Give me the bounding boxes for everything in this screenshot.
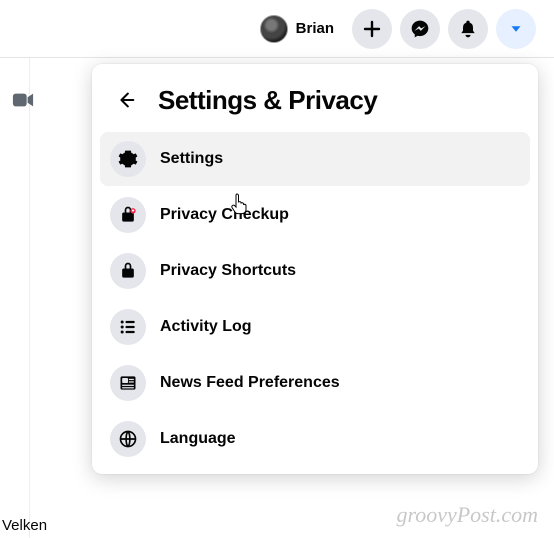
profile-name: Brian bbox=[296, 20, 334, 37]
dropdown-header: Settings & Privacy bbox=[100, 76, 530, 132]
menu-item-label: Language bbox=[160, 430, 236, 448]
dropdown-title: Settings & Privacy bbox=[158, 85, 377, 116]
menu-item-activity-log[interactable]: Activity Log bbox=[100, 300, 530, 354]
menu-list: Settings Privacy Checkup Privacy Shortcu… bbox=[100, 132, 530, 466]
newspaper-icon bbox=[110, 365, 146, 401]
menu-item-label: Privacy Shortcuts bbox=[160, 262, 296, 280]
gear-icon bbox=[110, 141, 146, 177]
menu-item-privacy-checkup[interactable]: Privacy Checkup bbox=[100, 188, 530, 242]
arrow-left-icon bbox=[115, 89, 137, 111]
messenger-icon bbox=[410, 19, 430, 39]
messenger-button[interactable] bbox=[400, 9, 440, 49]
plus-icon bbox=[362, 19, 382, 39]
caret-down-icon bbox=[507, 20, 525, 38]
top-bar: Brian bbox=[0, 0, 554, 58]
bell-icon bbox=[458, 19, 478, 39]
left-column bbox=[0, 58, 30, 538]
back-button[interactable] bbox=[108, 82, 144, 118]
settings-privacy-dropdown: Settings & Privacy Settings Privacy Chec… bbox=[92, 64, 538, 474]
profile-button[interactable]: Brian bbox=[256, 11, 344, 47]
video-icon[interactable] bbox=[12, 92, 34, 108]
menu-item-settings[interactable]: Settings bbox=[100, 132, 530, 186]
partial-sidebar-text: Velken bbox=[2, 517, 47, 534]
menu-item-language[interactable]: Language bbox=[100, 412, 530, 466]
menu-item-label: Privacy Checkup bbox=[160, 206, 289, 224]
menu-item-news-feed-preferences[interactable]: News Feed Preferences bbox=[100, 356, 530, 410]
watermark: groovyPost.com bbox=[396, 502, 538, 528]
avatar bbox=[260, 15, 288, 43]
notifications-button[interactable] bbox=[448, 9, 488, 49]
lock-icon bbox=[110, 253, 146, 289]
menu-item-label: Activity Log bbox=[160, 318, 252, 336]
create-button[interactable] bbox=[352, 9, 392, 49]
menu-item-label: Settings bbox=[160, 150, 223, 168]
lock-heart-icon bbox=[110, 197, 146, 233]
menu-item-privacy-shortcuts[interactable]: Privacy Shortcuts bbox=[100, 244, 530, 298]
list-icon bbox=[110, 309, 146, 345]
menu-item-label: News Feed Preferences bbox=[160, 374, 340, 392]
globe-icon bbox=[110, 421, 146, 457]
account-menu-button[interactable] bbox=[496, 9, 536, 49]
